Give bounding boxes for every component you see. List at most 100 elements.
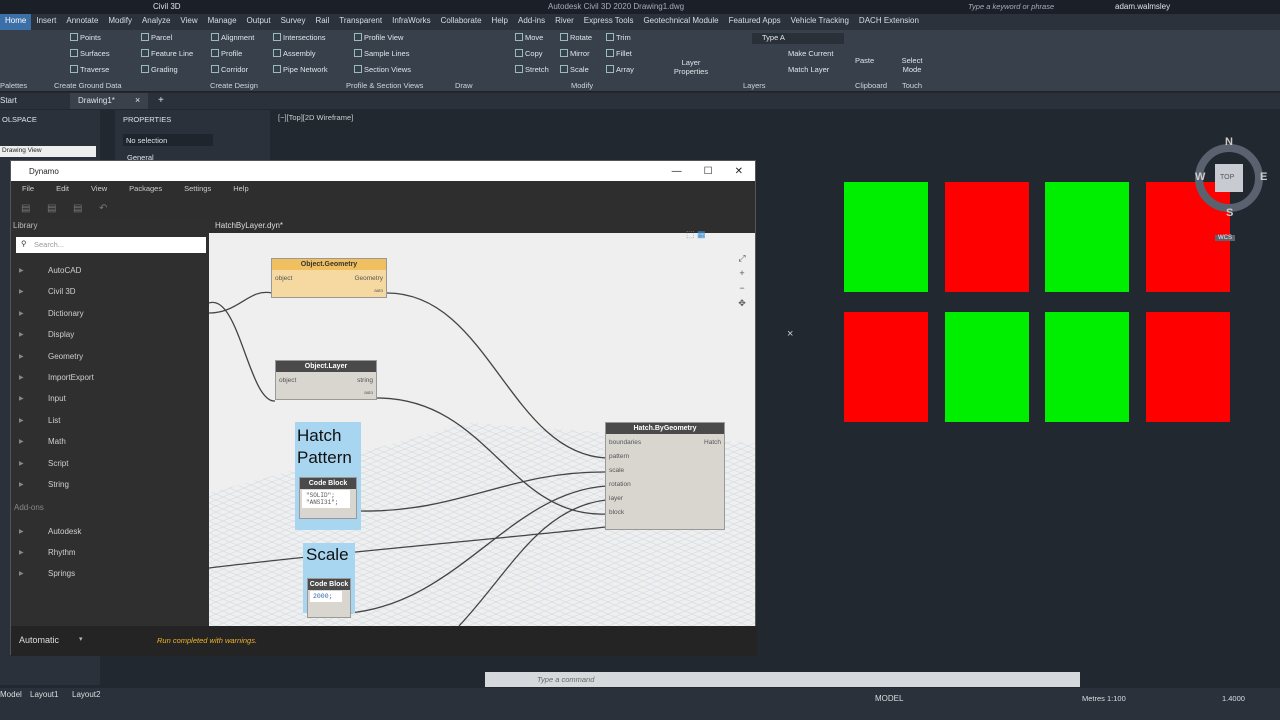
input-port[interactable]: object bbox=[275, 275, 292, 282]
command-line[interactable]: Type a command bbox=[485, 672, 1080, 687]
assembly-button[interactable]: Assembly bbox=[273, 49, 316, 58]
compass-north[interactable]: N bbox=[1225, 136, 1233, 148]
input-port[interactable]: block bbox=[609, 509, 624, 516]
ribbon-tab[interactable]: Manage bbox=[203, 14, 242, 30]
node-code-block-scale[interactable]: Code Block 2000; bbox=[307, 578, 351, 618]
ribbon-tab[interactable]: Output bbox=[242, 14, 276, 30]
minimize-icon[interactable]: — bbox=[672, 166, 682, 177]
alignment-button[interactable]: Alignment bbox=[211, 33, 254, 42]
zoom-out-icon[interactable]: − bbox=[735, 281, 749, 296]
make-current-button[interactable]: Make Current bbox=[788, 49, 833, 58]
corridor-button[interactable]: Corridor bbox=[211, 65, 248, 74]
select-mode-button[interactable]: Select Mode bbox=[900, 56, 924, 74]
section-views-button[interactable]: Section Views bbox=[354, 65, 411, 74]
layout-tab[interactable]: Layout2 bbox=[72, 690, 100, 699]
view-toggle[interactable]: ⬚ ▦ bbox=[686, 229, 746, 243]
output-port[interactable]: string bbox=[357, 377, 373, 384]
library-category[interactable]: ▶ String bbox=[19, 480, 69, 489]
ribbon-tab[interactable]: Analyze bbox=[137, 14, 175, 30]
dynamo-menu-item[interactable]: View bbox=[80, 181, 118, 197]
hatch-red[interactable] bbox=[1145, 312, 1230, 422]
input-port[interactable]: pattern bbox=[609, 453, 629, 460]
stretch-button[interactable]: Stretch bbox=[515, 65, 549, 74]
library-category[interactable]: ▶ Display bbox=[19, 330, 74, 339]
open-file-icon[interactable]: ▤ bbox=[47, 203, 56, 214]
lineweight-value[interactable]: 1.4000 bbox=[1222, 694, 1245, 703]
create-ground-panel-label[interactable]: Create Ground Data bbox=[54, 81, 122, 90]
input-port[interactable]: layer bbox=[609, 495, 623, 502]
addon-package[interactable]: ▶ Autodesk bbox=[19, 527, 81, 536]
close-tab-icon[interactable]: × bbox=[135, 95, 140, 105]
library-category[interactable]: ▶ List bbox=[19, 416, 60, 425]
dropdown-chevron-icon[interactable]: ▾ bbox=[79, 635, 83, 643]
zoom-in-icon[interactable]: + bbox=[735, 266, 749, 281]
wcs-menu[interactable]: WCS bbox=[1215, 235, 1235, 241]
compass-west[interactable]: W bbox=[1195, 171, 1205, 183]
palettes-panel-label[interactable]: Palettes bbox=[0, 81, 27, 90]
intersections-button[interactable]: Intersections bbox=[273, 33, 326, 42]
hatch-red[interactable] bbox=[844, 312, 928, 422]
trim-button[interactable]: Trim bbox=[606, 33, 631, 42]
profile-section-panel-label[interactable]: Profile & Section Views bbox=[346, 81, 423, 90]
hatch-green[interactable] bbox=[844, 182, 928, 292]
ribbon-tab[interactable]: Transparent bbox=[334, 14, 387, 30]
library-category[interactable]: ▶ Input bbox=[19, 394, 66, 403]
ribbon-tab[interactable]: InfraWorks bbox=[387, 14, 436, 30]
create-design-panel-label[interactable]: Create Design bbox=[210, 81, 258, 90]
layout-tab[interactable]: Model bbox=[0, 690, 22, 699]
ribbon-tab[interactable]: Geotechnical Module bbox=[638, 14, 723, 30]
dynamo-menu-item[interactable]: File bbox=[11, 181, 45, 197]
match-layer-button[interactable]: Match Layer bbox=[788, 65, 829, 74]
library-category[interactable]: ▶ Geometry bbox=[19, 352, 83, 361]
points-button[interactable]: Points bbox=[70, 33, 101, 42]
help-search-input[interactable]: Type a keyword or phrase bbox=[968, 2, 1054, 11]
scale-button[interactable]: Scale bbox=[560, 65, 589, 74]
viewport-controls-label[interactable]: [−][Top][2D Wireframe] bbox=[278, 113, 353, 122]
input-port[interactable]: object bbox=[279, 377, 296, 384]
code-editor[interactable]: 2000; bbox=[310, 591, 342, 602]
library-category[interactable]: ▶ Civil 3D bbox=[19, 287, 76, 296]
ribbon-tab[interactable]: Rail bbox=[310, 14, 334, 30]
dynamo-menu-item[interactable]: Settings bbox=[173, 181, 222, 197]
compass-south[interactable]: S bbox=[1226, 207, 1233, 219]
hatch-green[interactable] bbox=[944, 312, 1029, 422]
graph-canvas[interactable]: HatchByLayer.dyn* Object.Geometry object… bbox=[209, 219, 755, 626]
move-button[interactable]: Move bbox=[515, 33, 543, 42]
output-port[interactable]: Hatch bbox=[704, 439, 721, 446]
ribbon-tab[interactable]: Modify bbox=[103, 14, 137, 30]
save-icon[interactable]: ▤ bbox=[73, 203, 82, 214]
traverse-button[interactable]: Traverse bbox=[70, 65, 109, 74]
grading-button[interactable]: Grading bbox=[141, 65, 178, 74]
ribbon-tab[interactable]: Annotate bbox=[61, 14, 103, 30]
surfaces-button[interactable]: Surfaces bbox=[70, 49, 110, 58]
hatch-green[interactable] bbox=[1045, 312, 1129, 422]
fillet-button[interactable]: Fillet bbox=[606, 49, 632, 58]
hatch-red[interactable] bbox=[944, 182, 1029, 292]
addon-package[interactable]: ▶ Springs bbox=[19, 569, 75, 578]
output-port[interactable]: Geometry bbox=[354, 275, 383, 282]
rotate-button[interactable]: Rotate bbox=[560, 33, 592, 42]
ribbon-tab[interactable]: View bbox=[175, 14, 202, 30]
graph-view-icon[interactable]: ▦ bbox=[697, 229, 706, 239]
library-search-input[interactable]: Search... ⚲ bbox=[16, 237, 206, 253]
ribbon-tab[interactable]: DACH Extension bbox=[854, 14, 924, 30]
new-file-icon[interactable]: ▤ bbox=[21, 203, 30, 214]
annotation-scale[interactable]: Metres 1:100 bbox=[1082, 694, 1126, 703]
ribbon-tab[interactable]: Survey bbox=[276, 14, 311, 30]
node-hatch-by-geometry[interactable]: Hatch.ByGeometry boundaries pattern scale r… bbox=[605, 422, 725, 530]
profile-view-button[interactable]: Profile View bbox=[354, 33, 403, 42]
library-category[interactable]: ▶ Math bbox=[19, 437, 66, 446]
input-port[interactable]: scale bbox=[609, 467, 624, 474]
hatch-green[interactable] bbox=[1045, 182, 1129, 292]
library-category[interactable]: ▶ Script bbox=[19, 459, 68, 468]
ribbon-tab[interactable]: Insert bbox=[31, 14, 61, 30]
addons-header[interactable]: Add-ons bbox=[14, 503, 44, 512]
viewcube-top-face[interactable]: TOP bbox=[1220, 174, 1234, 181]
node-object-geometry[interactable]: Object.Geometry object Geometry auto bbox=[271, 258, 387, 298]
graph-tab[interactable]: HatchByLayer.dyn* bbox=[209, 219, 755, 233]
ribbon-tab[interactable]: Collaborate bbox=[436, 14, 487, 30]
input-port[interactable]: rotation bbox=[609, 481, 631, 488]
library-category[interactable]: ▶ ImportExport bbox=[19, 373, 94, 382]
run-mode-dropdown[interactable]: Automatic bbox=[19, 635, 59, 645]
start-tab[interactable]: Start bbox=[0, 96, 17, 105]
